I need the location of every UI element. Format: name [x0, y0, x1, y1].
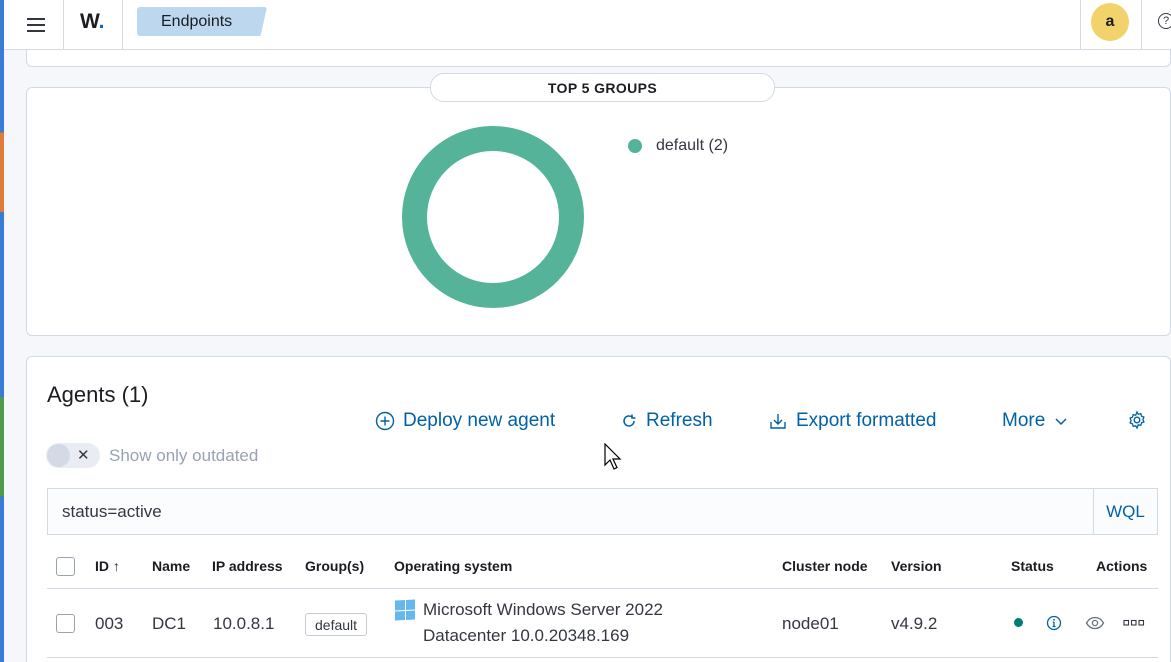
cell-id: 003	[95, 614, 124, 633]
previous-panel	[26, 50, 1171, 67]
gear-icon	[1129, 410, 1145, 430]
chevron-down-icon	[1055, 418, 1067, 426]
show-outdated-toggle[interactable]: ✕	[46, 443, 100, 468]
refresh-button[interactable]: Refresh	[620, 410, 713, 432]
info-icon[interactable]	[1046, 615, 1062, 631]
column-header-cluster-node[interactable]: Cluster node	[782, 558, 868, 574]
column-header-name[interactable]: Name	[152, 558, 190, 574]
window-edge	[0, 0, 4, 662]
agents-title: Agents (1)	[47, 382, 149, 407]
header-divider	[122, 0, 123, 50]
donut-slice-default[interactable]	[402, 126, 584, 308]
close-icon: ✕	[77, 447, 90, 464]
export-formatted-button[interactable]: Export formatted	[768, 410, 936, 432]
app-logo[interactable]: W.	[80, 10, 105, 34]
toggle-knob	[47, 444, 70, 467]
column-header-id[interactable]: ID ↑	[95, 558, 120, 574]
header-divider	[63, 0, 64, 50]
header-divider	[1080, 0, 1081, 50]
table-row-divider	[47, 657, 1158, 658]
cell-cluster-node: node01	[782, 614, 839, 633]
plus-circle-icon	[375, 411, 395, 431]
column-header-version[interactable]: Version	[891, 558, 942, 574]
column-header-ip[interactable]: IP address	[212, 558, 283, 574]
cell-ip: 10.0.8.1	[213, 614, 275, 633]
search-input[interactable]	[62, 501, 1082, 523]
help-icon[interactable]: ?	[1158, 13, 1171, 29]
sort-arrow-icon: ↑	[112, 558, 120, 574]
mouse-cursor-icon	[604, 443, 622, 470]
status-active-dot	[1014, 618, 1023, 627]
select-all-checkbox[interactable]	[56, 557, 75, 576]
menu-icon[interactable]	[18, 11, 54, 39]
wql-button[interactable]: WQL	[1093, 489, 1157, 534]
search-bar: WQL	[47, 488, 1158, 535]
cell-os-line1: Microsoft Windows Server 2022	[423, 600, 663, 619]
legend-swatch	[628, 139, 642, 153]
toggle-label: Show only outdated	[109, 446, 259, 465]
cell-version: v4.9.2	[891, 614, 938, 633]
legend-label: default (2)	[656, 137, 729, 154]
more-menu-button[interactable]: More	[1002, 410, 1069, 432]
export-icon	[770, 414, 786, 429]
row-checkbox[interactable]	[56, 614, 75, 633]
settings-button[interactable]	[1127, 410, 1147, 430]
refresh-icon	[623, 414, 636, 427]
column-header-os[interactable]: Operating system	[394, 558, 512, 574]
cell-os-line2: Datacenter 10.0.20348.169	[423, 626, 630, 645]
windows-icon	[395, 599, 415, 621]
user-avatar[interactable]: a	[1091, 3, 1129, 41]
column-header-groups[interactable]: Group(s)	[305, 558, 364, 574]
column-header-actions: Actions	[1096, 558, 1148, 574]
groups-donut-chart	[402, 126, 584, 308]
cell-name: DC1	[152, 614, 187, 633]
legend-item-default[interactable]: default (2)	[628, 137, 728, 155]
deploy-new-agent-button[interactable]: Deploy new agent	[375, 410, 555, 432]
group-badge[interactable]: default	[305, 613, 368, 636]
eye-icon[interactable]	[1085, 615, 1105, 631]
more-actions-icon[interactable]	[1123, 619, 1145, 627]
top-header: W. Endpoints a ?	[4, 0, 1171, 50]
chart-title: TOP 5 GROUPS	[430, 73, 775, 102]
table-header-divider	[47, 588, 1158, 589]
header-divider	[1141, 0, 1142, 50]
column-header-status[interactable]: Status	[1011, 558, 1054, 574]
top-groups-panel	[26, 87, 1171, 336]
breadcrumb-endpoints[interactable]: Endpoints	[137, 7, 267, 36]
